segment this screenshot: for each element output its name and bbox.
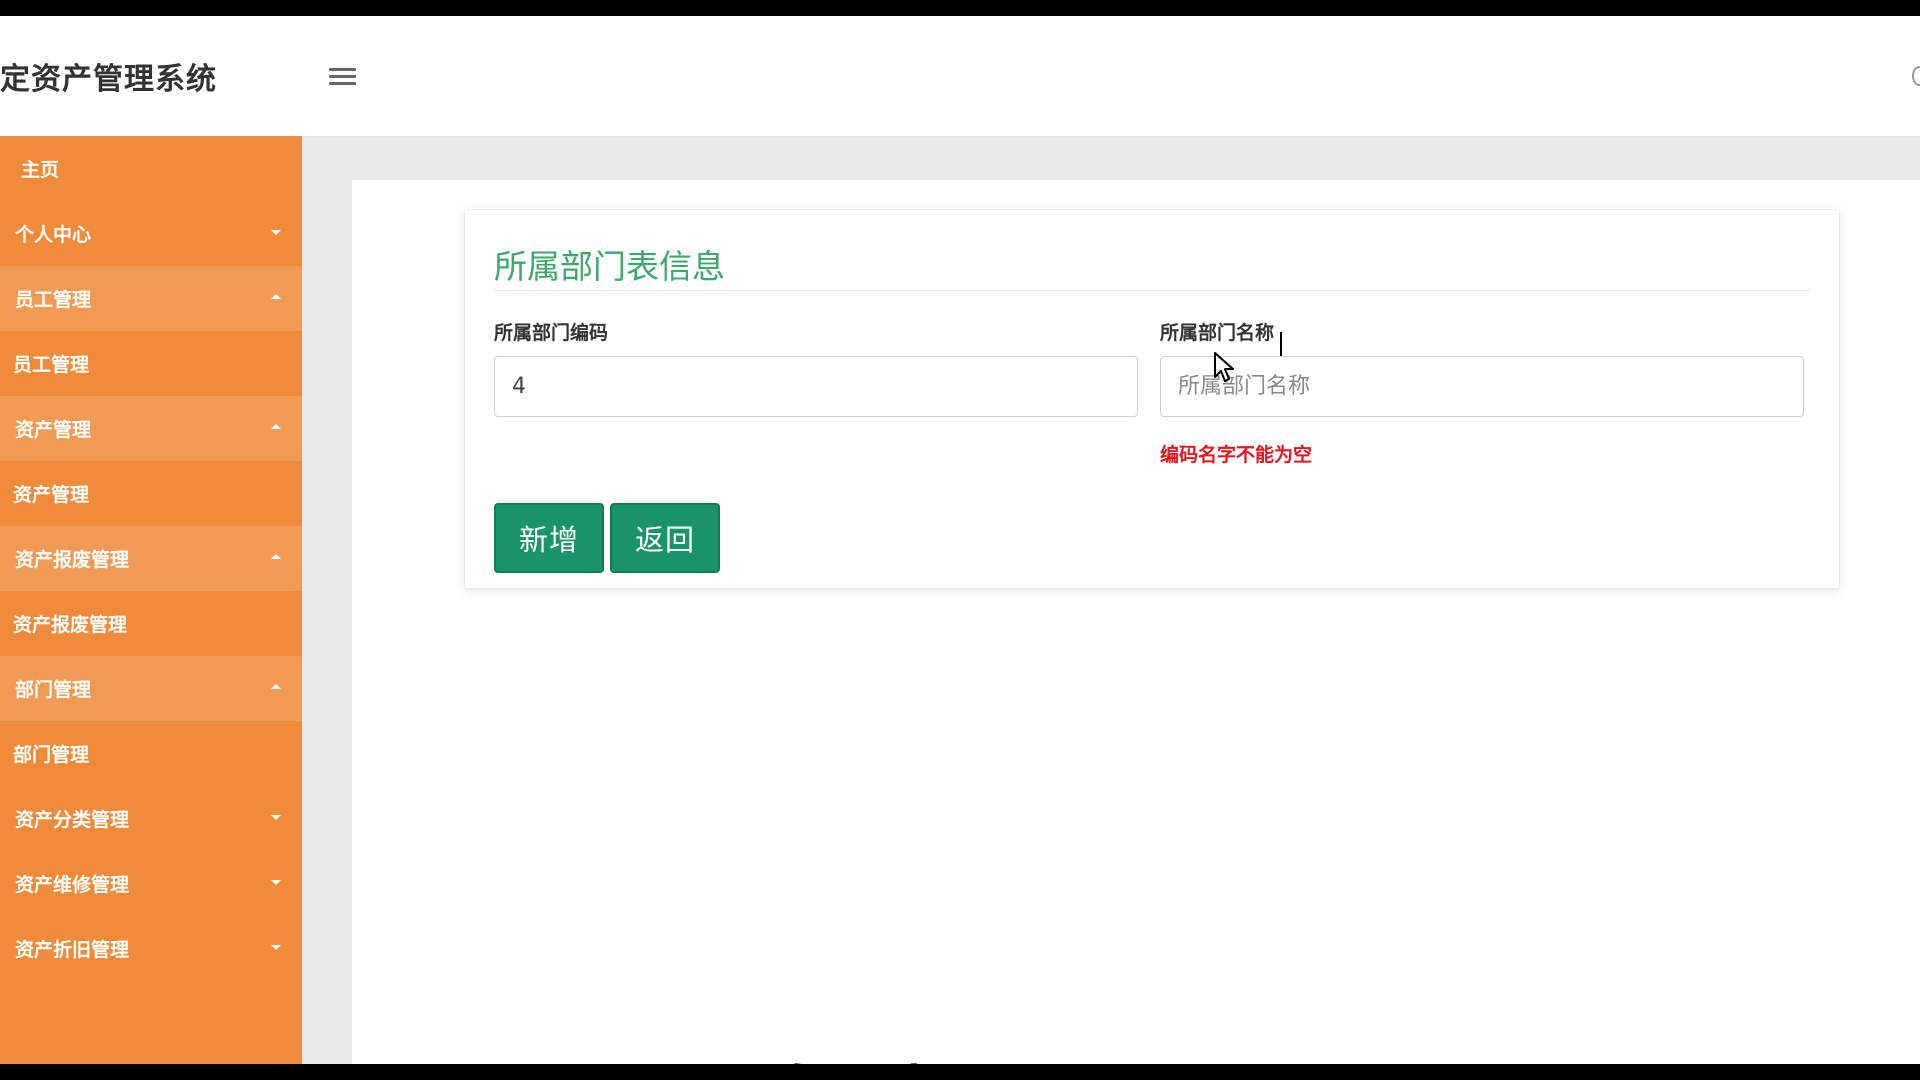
top-header: 定资产管理系统 (0, 16, 1920, 136)
sidebar-subitem-asset-management[interactable]: 资产管理 (0, 461, 302, 526)
caret-down-icon (271, 230, 281, 235)
sidebar-item-label: 员工管理 (13, 354, 90, 376)
sidebar-item-label: 资产维修管理 (15, 874, 130, 896)
form-title: 所属部门表信息 (494, 247, 725, 286)
video-watermark-text: 专业提示 (770, 1046, 1034, 1064)
sidebar-item-label: 资产报废管理 (15, 549, 130, 571)
sidebar-item-label: 部门管理 (13, 744, 90, 766)
caret-up-icon (271, 294, 281, 299)
sidebar-item-department-management[interactable]: 部门管理 (0, 656, 302, 721)
sidebar-item-asset-scrap-management[interactable]: 资产报废管理 (0, 526, 302, 591)
app-screen: 定资产管理系统 主页 个人中心 员工管理 员工管理 资产管理 资产管理 资产报废… (0, 16, 1920, 1064)
video-letterbox-bottom (0, 1064, 1920, 1080)
add-button[interactable]: 新增 (494, 503, 604, 573)
sidebar-item-asset-depreciation-management[interactable]: 资产折旧管理 (0, 916, 302, 981)
department-code-input[interactable] (494, 356, 1138, 417)
department-name-error: 编码名字不能为空 (1160, 444, 1313, 466)
sidebar-item-asset-repair-management[interactable]: 资产维修管理 (0, 851, 302, 916)
sidebar-item-home[interactable]: 主页 (0, 136, 302, 201)
sidebar-item-label: 个人中心 (15, 224, 92, 246)
mouse-pointer-icon (1214, 352, 1234, 382)
sidebar-item-label: 员工管理 (15, 289, 92, 311)
department-name-label: 所属部门名称 (1160, 322, 1275, 344)
sidebar: 主页 个人中心 员工管理 员工管理 资产管理 资产管理 资产报废管理 资产报废管… (0, 136, 302, 1064)
caret-up-icon (271, 554, 281, 559)
caret-down-icon (271, 880, 281, 885)
sidebar-item-label: 主页 (21, 159, 60, 181)
department-name-input[interactable] (1160, 356, 1804, 417)
department-code-label: 所属部门编码 (494, 322, 609, 344)
caret-down-icon (271, 815, 281, 820)
sidebar-item-label: 资产管理 (13, 484, 90, 506)
sidebar-item-label: 资产折旧管理 (15, 939, 130, 961)
sidebar-item-label: 资产分类管理 (15, 809, 130, 831)
sidebar-item-asset-management[interactable]: 资产管理 (0, 396, 302, 461)
form-divider (494, 290, 1810, 291)
caret-up-icon (271, 424, 281, 429)
app-title: 定资产管理系统 (0, 62, 217, 97)
video-letterbox-top (0, 0, 1920, 16)
department-form-card: 所属部门表信息 所属部门编码 所属部门名称 编码名字不能为空 新增 返回 (464, 209, 1840, 589)
caret-down-icon (271, 945, 281, 950)
sidebar-subitem-asset-scrap-management[interactable]: 资产报废管理 (0, 591, 302, 656)
sidebar-subitem-employee-management[interactable]: 员工管理 (0, 331, 302, 396)
sidebar-item-employee-management[interactable]: 员工管理 (0, 266, 302, 331)
avatar-edge[interactable] (1912, 66, 1920, 86)
sidebar-item-personal-center[interactable]: 个人中心 (0, 201, 302, 266)
back-button[interactable]: 返回 (610, 503, 720, 573)
sidebar-item-asset-category-management[interactable]: 资产分类管理 (0, 786, 302, 851)
sidebar-item-label: 资产管理 (15, 419, 92, 441)
sidebar-item-label: 部门管理 (15, 679, 92, 701)
sidebar-item-label: 资产报废管理 (13, 614, 128, 636)
hamburger-menu-icon[interactable] (326, 64, 360, 94)
text-cursor (1280, 332, 1282, 356)
sidebar-subitem-department-management[interactable]: 部门管理 (0, 721, 302, 786)
caret-up-icon (271, 684, 281, 689)
